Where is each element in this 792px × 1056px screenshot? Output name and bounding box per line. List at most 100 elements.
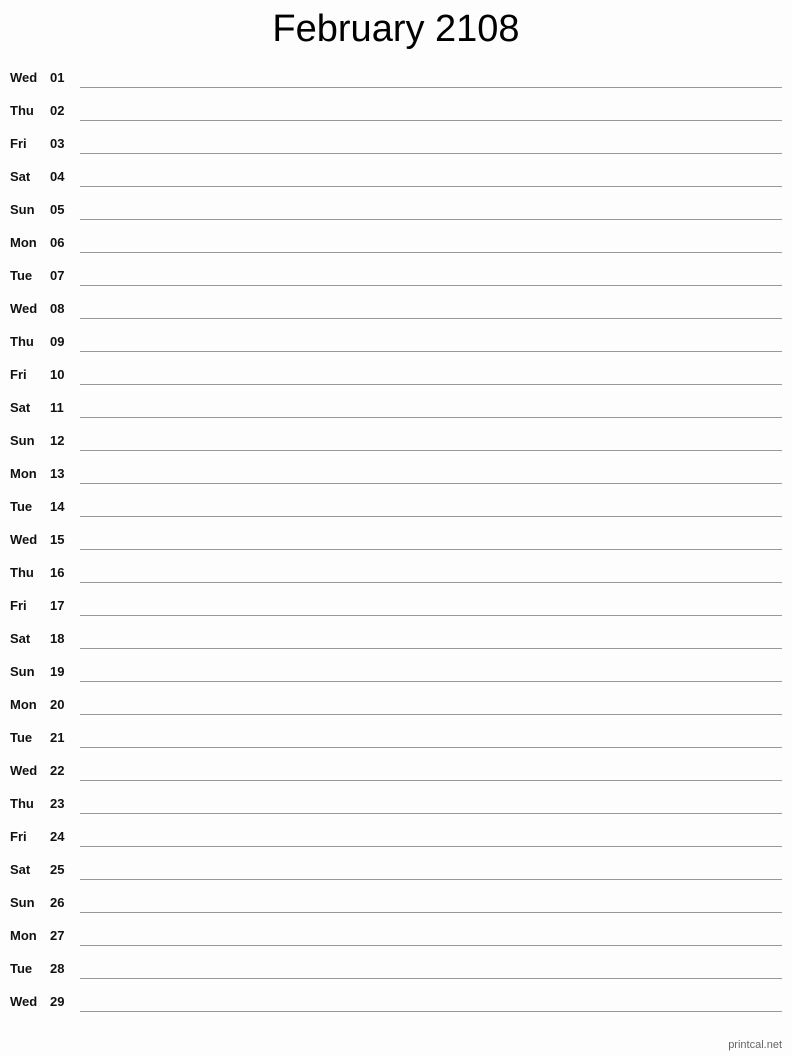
day-row: Fri 10: [0, 358, 792, 391]
day-of-week: Sat: [10, 169, 31, 184]
writing-line: [80, 978, 782, 979]
writing-line: [80, 879, 782, 880]
writing-line: [80, 615, 782, 616]
day-number: 10: [50, 367, 65, 382]
writing-line: [80, 450, 782, 451]
day-row: Wed 08: [0, 292, 792, 325]
day-of-week: Sun: [10, 202, 35, 217]
writing-line: [80, 252, 782, 253]
day-row: Mon 20: [0, 688, 792, 721]
day-of-week: Wed: [10, 994, 38, 1009]
day-number: 19: [50, 664, 65, 679]
day-number: 09: [50, 334, 65, 349]
day-number: 11: [50, 400, 64, 415]
day-row: Sun 19: [0, 655, 792, 688]
day-number: 08: [50, 301, 65, 316]
day-number: 29: [50, 994, 65, 1009]
writing-line: [80, 516, 782, 517]
day-of-week: Sun: [10, 664, 35, 679]
day-row: Sat 04: [0, 160, 792, 193]
day-of-week: Wed: [10, 532, 38, 547]
day-number: 13: [50, 466, 65, 481]
day-number: 02: [50, 103, 65, 118]
day-of-week: Tue: [10, 268, 33, 283]
day-number: 22: [50, 763, 65, 778]
writing-line: [80, 747, 782, 748]
day-of-week: Sun: [10, 895, 35, 910]
day-number: 25: [50, 862, 65, 877]
day-number: 03: [50, 136, 65, 151]
day-row: Sun 26: [0, 886, 792, 919]
day-number: 26: [50, 895, 65, 910]
writing-line: [80, 648, 782, 649]
writing-line: [80, 549, 782, 550]
writing-line: [80, 1011, 782, 1012]
day-of-week: Mon: [10, 928, 37, 943]
day-row: Sat 25: [0, 853, 792, 886]
day-row: Mon 06: [0, 226, 792, 259]
day-number: 06: [50, 235, 65, 250]
day-of-week: Fri: [10, 598, 27, 613]
writing-line: [80, 714, 782, 715]
day-row: Tue 07: [0, 259, 792, 292]
day-number: 04: [50, 169, 65, 184]
writing-line: [80, 153, 782, 154]
day-row: Fri 17: [0, 589, 792, 622]
day-of-week: Sat: [10, 631, 31, 646]
writing-line: [80, 384, 782, 385]
day-number: 18: [50, 631, 65, 646]
day-number: 12: [50, 433, 65, 448]
day-row: Tue 28: [0, 952, 792, 985]
day-of-week: Tue: [10, 961, 33, 976]
day-of-week: Fri: [10, 367, 27, 382]
writing-line: [80, 483, 782, 484]
day-of-week: Wed: [10, 763, 38, 778]
day-of-week: Mon: [10, 466, 37, 481]
day-number: 21: [50, 730, 65, 745]
writing-line: [80, 912, 782, 913]
day-row: Fri 24: [0, 820, 792, 853]
day-row: Wed 22: [0, 754, 792, 787]
writing-line: [80, 219, 782, 220]
day-of-week: Tue: [10, 730, 33, 745]
day-number: 28: [50, 961, 65, 976]
day-row: Thu 09: [0, 325, 792, 358]
writing-line: [80, 582, 782, 583]
writing-line: [80, 318, 782, 319]
day-of-week: Thu: [10, 565, 34, 580]
day-of-week: Wed: [10, 301, 38, 316]
day-number: 05: [50, 202, 65, 217]
day-row: Thu 02: [0, 94, 792, 127]
writing-line: [80, 846, 782, 847]
writing-line: [80, 87, 782, 88]
day-number: 24: [50, 829, 65, 844]
day-of-week: Sat: [10, 400, 31, 415]
day-of-week: Fri: [10, 829, 27, 844]
footer-credit: printcal.net: [728, 1039, 782, 1051]
day-row: Sat 11: [0, 391, 792, 424]
day-row: Tue 14: [0, 490, 792, 523]
writing-line: [80, 780, 782, 781]
day-of-week: Thu: [10, 796, 34, 811]
writing-line: [80, 681, 782, 682]
writing-line: [80, 813, 782, 814]
writing-line: [80, 120, 782, 121]
day-number: 23: [50, 796, 65, 811]
day-row: Sun 05: [0, 193, 792, 226]
day-of-week: Sun: [10, 433, 35, 448]
day-row: Sun 12: [0, 424, 792, 457]
day-row: Mon 27: [0, 919, 792, 952]
day-of-week: Tue: [10, 499, 33, 514]
day-row: Wed 01: [0, 61, 792, 94]
day-number: 01: [50, 70, 65, 85]
day-of-week: Mon: [10, 235, 37, 250]
writing-line: [80, 285, 782, 286]
writing-line: [80, 945, 782, 946]
page-title: February 2108: [272, 8, 520, 50]
day-row: Wed 15: [0, 523, 792, 556]
day-number: 27: [50, 928, 65, 943]
day-list: Wed 01 Thu 02 Fri 03 Sat 04 Sun 05 Mon 06 Tue 07 Wed 08…: [0, 61, 792, 1018]
day-row: Wed 29: [0, 985, 792, 1018]
writing-line: [80, 351, 782, 352]
writing-line: [80, 186, 782, 187]
